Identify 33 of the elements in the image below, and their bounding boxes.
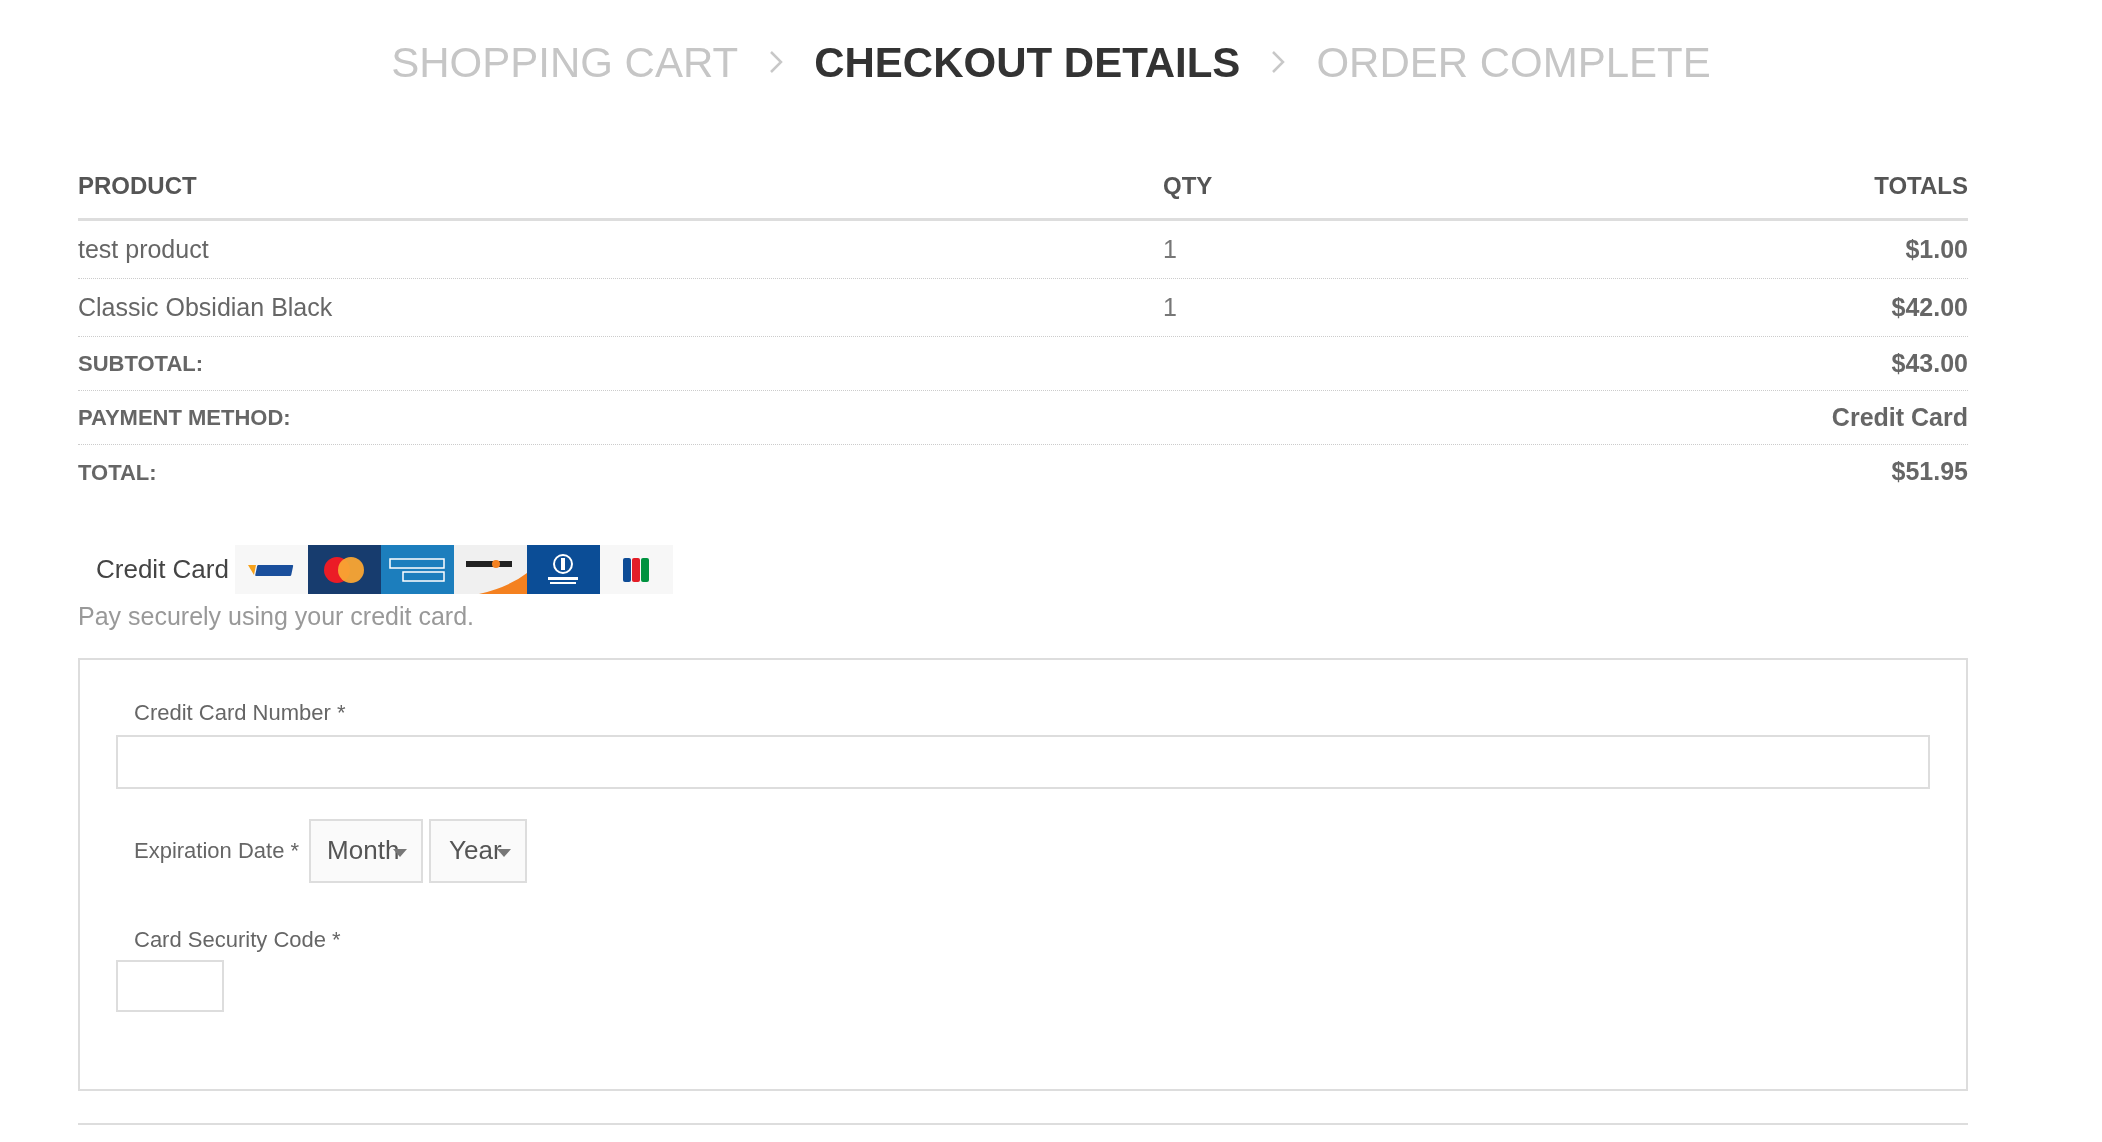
card-brand-icon	[526, 545, 600, 594]
column-header: PRODUCT	[78, 171, 198, 201]
summary-label: TOTAL:	[78, 458, 157, 487]
checkout-step[interactable]: CHECKOUT DETAILS	[814, 30, 1241, 94]
chevron-right-icon	[1270, 49, 1287, 75]
payment-description: Pay securely using your credit card.	[78, 601, 475, 632]
product-name: Classic Obsidian Black	[78, 291, 334, 323]
summary-value: $51.95	[1891, 456, 1968, 488]
summary-label: SUBTOTAL:	[78, 350, 204, 378]
quantity: 1	[1163, 233, 1178, 265]
year-select[interactable]: Year	[429, 818, 528, 883]
security-code-field[interactable]	[116, 959, 224, 1012]
card-brand-icon	[307, 545, 381, 594]
summary-label: PAYMENT METHOD:	[78, 404, 291, 432]
line-total: $1.00	[1904, 233, 1968, 265]
card-brand-icon	[599, 545, 673, 594]
card-number-field[interactable]	[116, 734, 1930, 789]
quantity: 1	[1163, 291, 1178, 323]
field-label: Card Security Code *	[134, 925, 342, 954]
column-header: TOTALS	[1873, 171, 1968, 201]
card-brand-icon	[380, 545, 454, 594]
chevron-right-icon	[768, 49, 785, 75]
card-brand-icon	[234, 545, 308, 594]
field-label: Expiration Date *	[134, 837, 300, 865]
field-label: Credit Card Number *	[134, 698, 347, 727]
column-header: QTY	[1163, 171, 1214, 201]
product-name: test product	[78, 233, 210, 265]
month-select[interactable]: Month	[309, 818, 424, 883]
line-total: $42.00	[1890, 291, 1968, 323]
summary-value: Credit Card	[1831, 401, 1968, 433]
summary-value: $43.00	[1891, 347, 1968, 379]
card-brand-icon	[453, 545, 527, 594]
payment-method-label: Credit Card	[96, 553, 229, 586]
